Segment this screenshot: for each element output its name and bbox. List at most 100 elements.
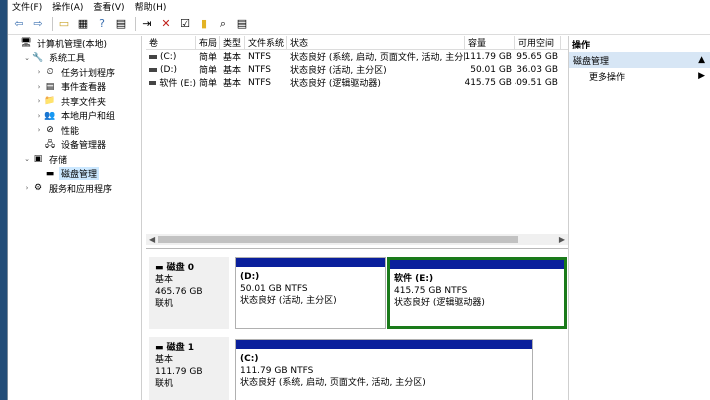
- more-actions-item[interactable]: 更多操作 ▶: [569, 68, 710, 84]
- forward-icon[interactable]: ⇨: [30, 16, 46, 32]
- tree-item[interactable]: › 👥 本地用户和组: [8, 109, 141, 124]
- tree-item[interactable]: › ▤ 事件查看器: [8, 80, 141, 95]
- scroll-left-icon[interactable]: ◀: [149, 234, 155, 245]
- volume-cell: 36.03 GB: [515, 63, 561, 76]
- services-icon: ⚙: [33, 183, 43, 194]
- col-type[interactable]: 类型: [220, 36, 245, 49]
- partition-size: 415.75 GB NTFS: [394, 286, 468, 296]
- volume-cell: 状态良好 (系统, 启动, 页面文件, 活动, 主分区): [287, 50, 465, 63]
- collapse-icon[interactable]: ▲: [698, 55, 705, 65]
- menu-action[interactable]: 操作(A): [52, 0, 83, 13]
- volume-row[interactable]: (C:) 简单 基本 NTFS 状态良好 (系统, 启动, 页面文件, 活动, 主分区)…: [146, 50, 568, 63]
- performance-icon: ⊘: [46, 125, 54, 136]
- delete-icon[interactable]: ✕: [158, 16, 174, 32]
- help-icon[interactable]: ?: [94, 16, 110, 32]
- volume-cell-text: 基本: [223, 66, 242, 76]
- tree-item[interactable]: 🖧 设备管理器: [8, 138, 141, 153]
- expand-icon[interactable]: ›: [34, 97, 44, 105]
- volume-cell-text: 36.03 GB: [516, 64, 558, 75]
- partition-status: 状态良好 (系统, 启动, 页面文件, 活动, 主分区): [240, 378, 426, 388]
- disk-icon: ▬: [155, 343, 167, 353]
- col-filesystem[interactable]: 文件系统: [245, 36, 287, 49]
- tree-item[interactable]: › ⚙ 服务和应用程序: [8, 181, 141, 196]
- tree-item-label: 服务和应用程序: [49, 184, 113, 195]
- computer-management-window: 文件(F) 操作(A) 查看(V) 帮助(H) ⇦ ⇨ ▭ ▦ ? ▤ ⇥ ✕ …: [7, 0, 710, 400]
- clock-icon: ⏲: [46, 67, 54, 78]
- horizontal-scrollbar[interactable]: ◀ ▶: [146, 234, 568, 245]
- actions-section-disk-management[interactable]: 磁盘管理 ▲: [569, 52, 710, 68]
- volume-row[interactable]: (D:) 简单 基本 NTFS 状态良好 (活动, 主分区) 50.01 GB 36.03 …: [146, 63, 568, 76]
- navigation-tree: 🖥 计算机管理(本地) ⌄ 🔧 系统工具 › ⏲ 任务计划程序 › ▤ 事件查看器 › 📁 共享文件夹 › 👥…: [8, 36, 142, 400]
- volume-cell-text: 简单: [199, 79, 218, 89]
- partition-size: 50.01 GB NTFS: [240, 284, 308, 294]
- volume-cell: 软件 (E:): [146, 76, 196, 89]
- volume-cell-text: 基本: [223, 53, 242, 63]
- tree-item[interactable]: 🖥 计算机管理(本地): [8, 36, 141, 51]
- volume-cell: 状态良好 (活动, 主分区): [287, 63, 465, 76]
- tree-item[interactable]: › 📁 共享文件夹: [8, 94, 141, 109]
- partition-name: 软件 (E:): [394, 274, 434, 284]
- actions-header: 操作: [569, 36, 710, 52]
- volume-cell: 50.01 GB: [465, 63, 515, 76]
- volume-cell-text: 状态良好 (活动, 主分区): [290, 66, 387, 76]
- properties-icon[interactable]: ▤: [113, 16, 129, 32]
- tree-item-label: 存储: [49, 155, 68, 166]
- disk-info[interactable]: ▬ 磁盘 0 基本 465.76 GB 联机: [149, 257, 229, 329]
- tree-item-label: 系统工具: [49, 54, 86, 65]
- tree-item[interactable]: ⌄ 🔧 系统工具: [8, 51, 141, 66]
- volume-icon: [149, 67, 157, 72]
- folder-icon[interactable]: ▮: [196, 16, 212, 32]
- menu-help[interactable]: 帮助(H): [135, 0, 167, 13]
- col-status[interactable]: 状态: [287, 36, 465, 49]
- expand-icon[interactable]: ›: [34, 83, 44, 91]
- col-free-space[interactable]: 可用空间: [515, 36, 561, 49]
- disk-status: 联机: [155, 299, 174, 309]
- col-capacity[interactable]: 容量: [465, 36, 515, 49]
- toolbar: ⇦ ⇨ ▭ ▦ ? ▤ ⇥ ✕ ☑ ▮ ⌕ ▤: [8, 13, 710, 35]
- desktop-background: [0, 0, 7, 400]
- disk-icon: ▬: [45, 168, 55, 179]
- tree-item[interactable]: ⌄ ▣ 存储: [8, 152, 141, 167]
- expand-icon[interactable]: ›: [34, 126, 44, 134]
- back-icon[interactable]: ⇦: [11, 16, 27, 32]
- check-icon[interactable]: ☑: [177, 16, 193, 32]
- expand-icon[interactable]: ›: [34, 112, 44, 120]
- scrollbar-thumb[interactable]: [158, 236, 518, 243]
- actions-pane: 操作 磁盘管理 ▲ 更多操作 ▶: [568, 36, 710, 400]
- disk-type: 基本: [155, 355, 174, 365]
- col-volume[interactable]: 卷: [146, 36, 196, 49]
- up-icon[interactable]: ▭: [56, 16, 72, 32]
- volume-cell-text: (C:): [160, 51, 177, 62]
- tree-item[interactable]: › ⊘ 性能: [8, 123, 141, 138]
- menu-view[interactable]: 查看(V): [93, 0, 124, 13]
- tree-item[interactable]: ▬ 磁盘管理: [8, 167, 141, 182]
- expand-icon[interactable]: ›: [22, 184, 32, 192]
- search-icon[interactable]: ⌕: [215, 16, 231, 32]
- volume-row[interactable]: 软件 (E:) 简单 基本 NTFS 状态良好 (逻辑驱动器) 415.75 GB 409.…: [146, 76, 568, 89]
- disk-size: 111.79 GB: [155, 367, 203, 377]
- expand-icon[interactable]: ⌄: [22, 155, 32, 163]
- show-hide-tree-icon[interactable]: ▦: [75, 16, 91, 32]
- tree-item[interactable]: › ⏲ 任务计划程序: [8, 65, 141, 80]
- connect-icon[interactable]: ⇥: [139, 16, 155, 32]
- volume-cell: 95.65 GB: [515, 50, 561, 63]
- col-layout[interactable]: 布局: [196, 36, 220, 49]
- volume-cell: 415.75 GB: [465, 76, 515, 89]
- expand-icon[interactable]: ⌄: [22, 54, 32, 62]
- tree-item-label: 性能: [61, 126, 80, 137]
- volume-list: (C:) 简单 基本 NTFS 状态良好 (系统, 启动, 页面文件, 活动, 主分区)…: [146, 50, 568, 89]
- scroll-right-icon[interactable]: ▶: [559, 234, 565, 245]
- partition-c[interactable]: (C:) 111.79 GB NTFS 状态良好 (系统, 启动, 页面文件, …: [235, 339, 533, 400]
- partition-e[interactable]: 软件 (E:) 415.75 GB NTFS 状态良好 (逻辑驱动器): [387, 257, 567, 329]
- menu-file[interactable]: 文件(F): [12, 0, 42, 13]
- partition-status: 状态良好 (逻辑驱动器): [394, 298, 485, 308]
- expand-icon[interactable]: ›: [34, 68, 44, 76]
- partition-d[interactable]: (D:) 50.01 GB NTFS 状态良好 (活动, 主分区): [235, 257, 386, 329]
- volume-cell: NTFS: [245, 76, 287, 89]
- view-icon[interactable]: ▤: [234, 16, 250, 32]
- volume-cell-text: 基本: [223, 79, 242, 89]
- actions-section-label: 磁盘管理: [573, 56, 610, 67]
- device-icon: 🖧: [44, 139, 56, 150]
- disk-info[interactable]: ▬ 磁盘 1 基本 111.79 GB 联机: [149, 337, 229, 400]
- volume-cell: 基本: [220, 63, 245, 76]
